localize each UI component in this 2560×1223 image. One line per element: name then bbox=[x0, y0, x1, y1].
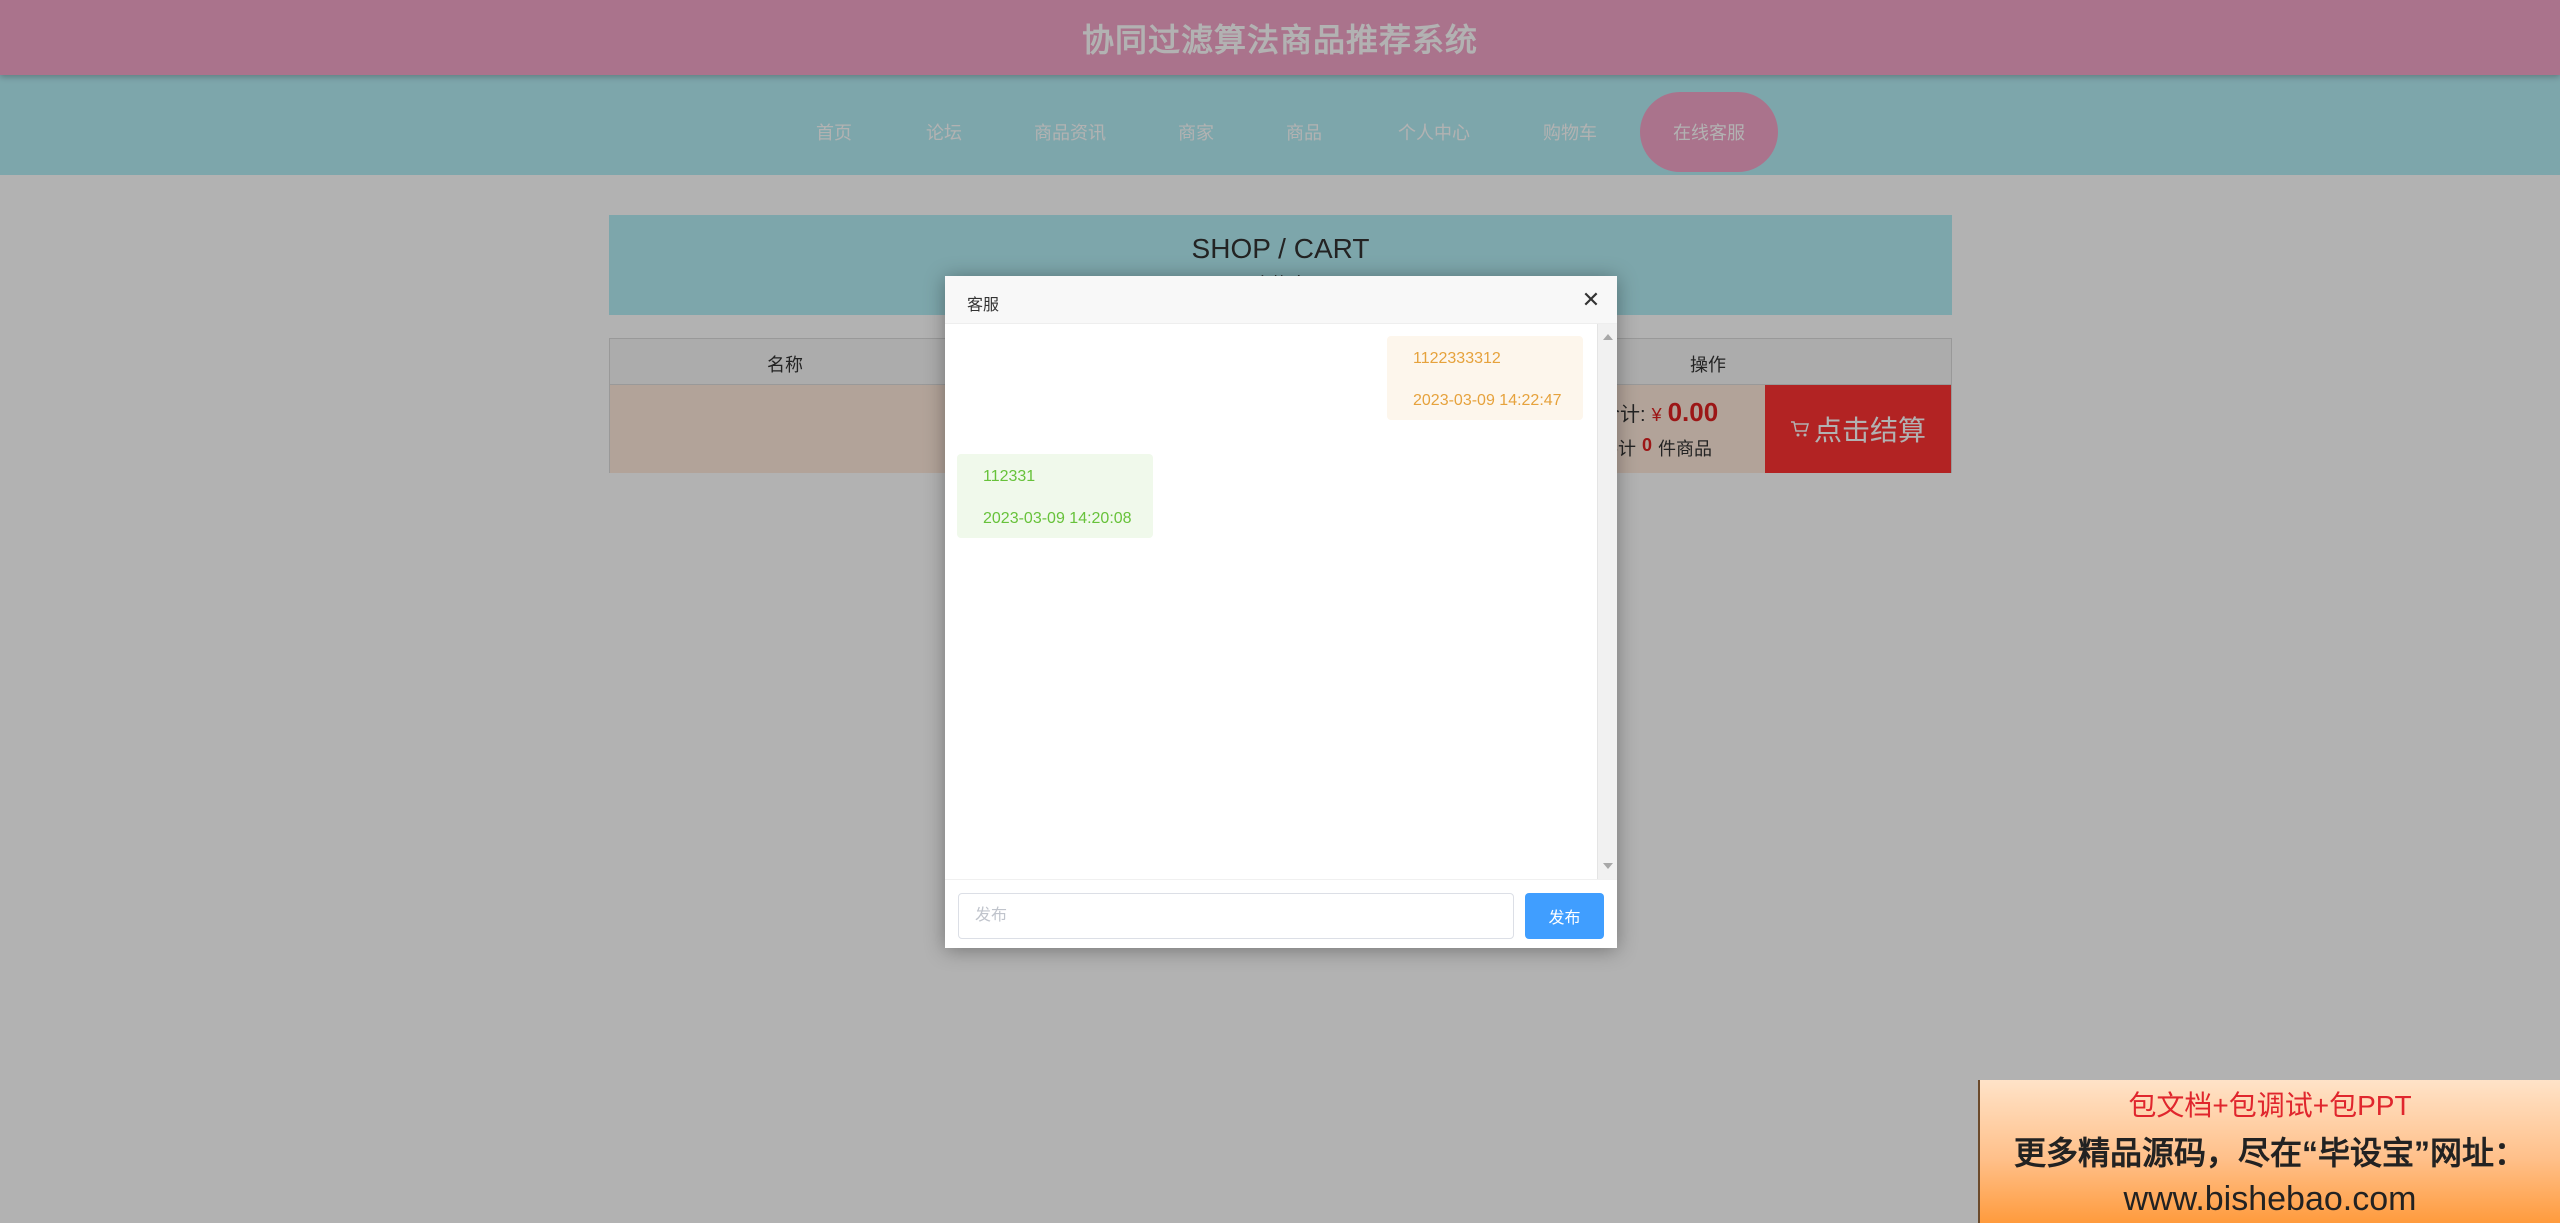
message-time: 2023-03-09 14:20:08 bbox=[983, 510, 1132, 527]
message-text: 1122333312 bbox=[1413, 350, 1501, 367]
send-button[interactable]: 发布 bbox=[1525, 893, 1604, 939]
chat-message-area[interactable]: 1122333312 2023-03-09 14:22:47 112331 20… bbox=[945, 324, 1617, 879]
chat-message-received: 112331 2023-03-09 14:20:08 bbox=[957, 454, 1153, 538]
message-input[interactable] bbox=[958, 893, 1514, 939]
message-time: 2023-03-09 14:22:47 bbox=[1413, 392, 1562, 409]
chat-message-sent: 1122333312 2023-03-09 14:22:47 bbox=[1387, 336, 1583, 420]
message-text: 112331 bbox=[983, 468, 1036, 485]
dialog-title: 客服 bbox=[967, 297, 1000, 314]
scroll-thumb[interactable] bbox=[1601, 348, 1614, 853]
dialog-header: 客服 ✕ bbox=[945, 276, 1617, 324]
close-icon[interactable]: ✕ bbox=[1579, 287, 1603, 312]
scroll-up-arrow-icon[interactable] bbox=[1603, 334, 1613, 340]
scroll-down-arrow-icon[interactable] bbox=[1603, 863, 1613, 869]
support-dialog: 客服 ✕ 1122333312 2023-03-09 14:22:47 1123… bbox=[945, 276, 1617, 948]
dialog-footer: 发布 bbox=[945, 879, 1617, 948]
promo-line-2: 更多精品源码，尽在“毕设宝”网址： bbox=[2013, 1135, 2526, 1171]
chat-scrollbar[interactable] bbox=[1597, 324, 1617, 879]
promo-url: www.bishebao.com bbox=[2123, 1180, 2417, 1218]
promo-banner[interactable]: 包文档+包调试+包PPT 更多精品源码，尽在“毕设宝”网址： www.bishe… bbox=[1978, 1080, 2560, 1223]
promo-line-1: 包文档+包调试+包PPT bbox=[2128, 1090, 2412, 1121]
